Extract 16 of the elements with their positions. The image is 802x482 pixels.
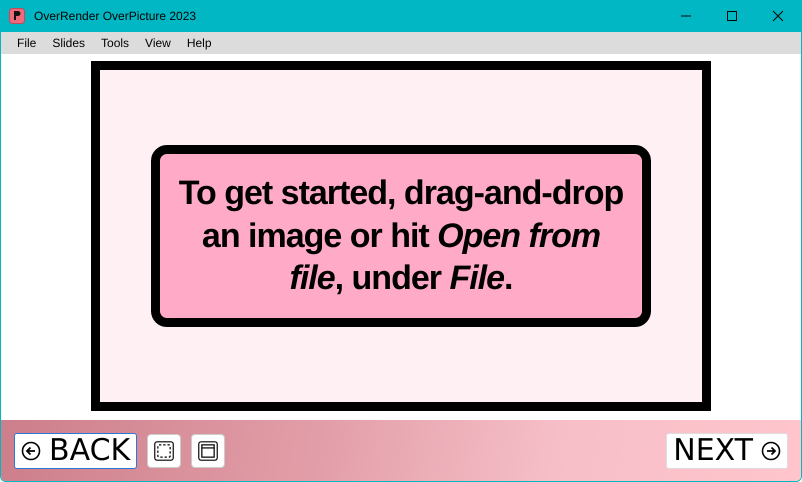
window-mode-button[interactable] <box>191 434 226 468</box>
fullscreen-button[interactable] <box>147 434 182 468</box>
instruction-message: To get started, drag-and-drop an image or hit Open from file, under File. <box>178 173 624 300</box>
close-icon <box>772 10 784 22</box>
back-button[interactable]: BACK <box>14 432 138 468</box>
left-arrow-circle-icon <box>21 440 41 460</box>
right-arrow-circle-icon <box>761 440 781 460</box>
maximize-icon <box>726 10 738 22</box>
next-button[interactable]: NEXT <box>666 432 788 468</box>
menu-item[interactable]: File <box>9 36 44 50</box>
menu-item[interactable]: Slides <box>44 36 94 50</box>
window-title: OverRender OverPicture 2023 <box>34 9 198 23</box>
menu-item[interactable]: Tools <box>93 36 138 50</box>
app-logo-icon <box>9 8 25 24</box>
menu-item[interactable]: Help <box>178 36 220 50</box>
menu-item[interactable]: View <box>137 36 179 50</box>
